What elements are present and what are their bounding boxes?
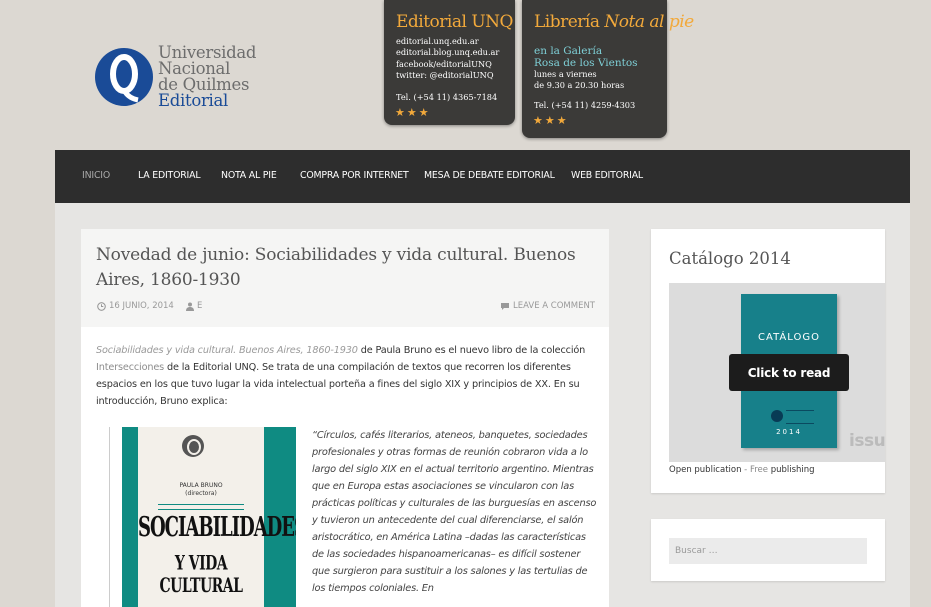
post-quote: “Círculos, cafés literarios, ateneos, ba… <box>312 430 597 594</box>
clock-icon <box>97 301 106 311</box>
editorial-blog-link[interactable]: editorial.blog.unq.edu.ar <box>396 47 499 58</box>
separator: - <box>741 465 750 475</box>
libreria-location-1: en la Galería <box>534 45 603 57</box>
open-publication-link[interactable]: Open publication <box>669 465 741 475</box>
post-article: Novedad de junio: Sociabilidades y vida … <box>81 229 609 607</box>
book-title-link[interactable]: Sociabilidades y vida cultural. Buenos A… <box>96 345 358 356</box>
editorial-web-link[interactable]: editorial.unq.edu.ar <box>396 36 499 47</box>
post-author-text: E <box>197 301 203 311</box>
libreria-nota-al-pie-banner[interactable]: Librería Nota al pie en la Galería Rosa … <box>522 0 694 138</box>
libreria-location-2: Rosa de los Vientos <box>534 57 638 69</box>
blockquote-border <box>109 427 110 607</box>
intro-text-1: de Paula Bruno es el nuevo libro de la c… <box>357 345 586 356</box>
nav-item-nota-al-pie[interactable]: NOTA AL PIE <box>221 170 277 181</box>
unq-logo-icon <box>95 48 153 106</box>
nav-item-la-editorial[interactable]: LA EDITORIAL <box>138 170 201 181</box>
post-intro: Sociabilidades y vida cultural. Buenos A… <box>96 342 601 410</box>
cover-author: PAULA BRUNO (directora) <box>138 482 264 498</box>
star-ornament-icon: ★★★ <box>395 106 431 119</box>
cover-title-1: SOCIABILIDADES <box>138 511 296 544</box>
comment-icon <box>501 302 509 310</box>
intro-text-2: de la Editorial UNQ. Se trata de una com… <box>96 362 580 407</box>
editorial-unq-title: Editorial UNQ <box>396 12 513 32</box>
search-widget <box>651 519 885 581</box>
libreria-title-prefix: Librería <box>534 12 600 32</box>
main-nav: INICIO LA EDITORIAL NOTA AL PIE COMPRA P… <box>55 150 910 203</box>
nav-item-web-editorial[interactable]: WEB EDITORIAL <box>571 170 643 181</box>
issuu-publication-line: Open publication - Free publishing <box>669 465 815 475</box>
issuu-logo: issu <box>849 431 885 451</box>
cover-seal-icon <box>182 435 204 457</box>
libreria-title-italic: Nota al pie <box>604 12 694 32</box>
free-link[interactable]: Free <box>750 465 768 475</box>
post-author[interactable]: E <box>186 301 202 311</box>
libreria-days: lunes a viernes <box>534 69 597 79</box>
search-input[interactable] <box>669 538 867 564</box>
editorial-phone: Tel. (+54 11) 4365-7184 <box>396 92 498 102</box>
cover-author-name: PAULA BRUNO <box>179 482 223 489</box>
post-title[interactable]: Novedad de junio: Sociabilidades y vida … <box>96 243 601 293</box>
nav-item-mesa-de-debate[interactable]: MESA DE DEBATE EDITORIAL <box>424 170 555 181</box>
star-ornament-icon: ★★★ <box>533 114 569 127</box>
leave-comment-text: LEAVE A COMMENT <box>513 301 595 311</box>
cover-author-role: (directora) <box>185 490 217 497</box>
post-header: Novedad de junio: Sociabilidades y vida … <box>81 229 609 327</box>
post-date-text: 16 JUNIO, 2014 <box>109 301 174 311</box>
libreria-info: en la Galería Rosa de los Vientos lunes … <box>534 45 638 92</box>
book-cover-image[interactable]: PAULA BRUNO (directora) SOCIABILIDADES Y… <box>122 427 296 607</box>
site-logo[interactable]: Universidad Nacional de Quilmes Editoria… <box>94 44 264 110</box>
collection-link[interactable]: Intersecciones <box>96 362 164 373</box>
click-to-read-button[interactable]: Click to read <box>729 354 849 391</box>
publishing-link[interactable]: publishing <box>768 465 815 475</box>
editorial-unq-banner[interactable]: Editorial UNQ editorial.unq.edu.ar edito… <box>384 0 515 125</box>
catalog-book-lines <box>786 410 814 424</box>
cover-paper: PAULA BRUNO (directora) SOCIABILIDADES Y… <box>138 427 296 607</box>
catalog-widget-title: Catálogo 2014 <box>669 249 791 268</box>
nav-item-compra-por-internet[interactable]: COMPRA POR INTERNET <box>300 170 409 181</box>
logo-line-editorial: Editorial <box>158 90 229 110</box>
libreria-title: Librería Nota al pie <box>534 12 694 32</box>
leave-comment-link[interactable]: LEAVE A COMMENT <box>500 301 595 311</box>
editorial-twitter-link[interactable]: twitter: @editorialUNQ <box>396 70 499 81</box>
editorial-unq-links: editorial.unq.edu.ar editorial.blog.unq.… <box>396 36 499 81</box>
cover-title-2: Y VIDA CULTURAL <box>159 552 243 598</box>
catalog-book-label: CATÁLOGO <box>758 332 820 343</box>
catalog-seal-icon <box>771 410 783 422</box>
issuu-embed[interactable]: CATÁLOGO 2014 Click to read issu <box>669 283 885 462</box>
cover-ornament <box>158 504 244 510</box>
logo-text: Universidad Nacional de Quilmes Editoria… <box>158 45 257 110</box>
nav-item-inicio[interactable]: INICIO <box>82 170 110 181</box>
catalog-widget: Catálogo 2014 CATÁLOGO 2014 Click to rea… <box>651 229 885 493</box>
user-icon <box>186 302 194 311</box>
editorial-facebook-link[interactable]: facebook/editorialUNQ <box>396 59 499 70</box>
post-date[interactable]: 16 JUNIO, 2014 <box>97 301 174 311</box>
libreria-phone: Tel. (+54 11) 4259-4303 <box>534 100 636 110</box>
libreria-hours: de 9.30 a 20.30 horas <box>534 80 625 91</box>
catalog-book-year: 2014 <box>776 428 802 436</box>
